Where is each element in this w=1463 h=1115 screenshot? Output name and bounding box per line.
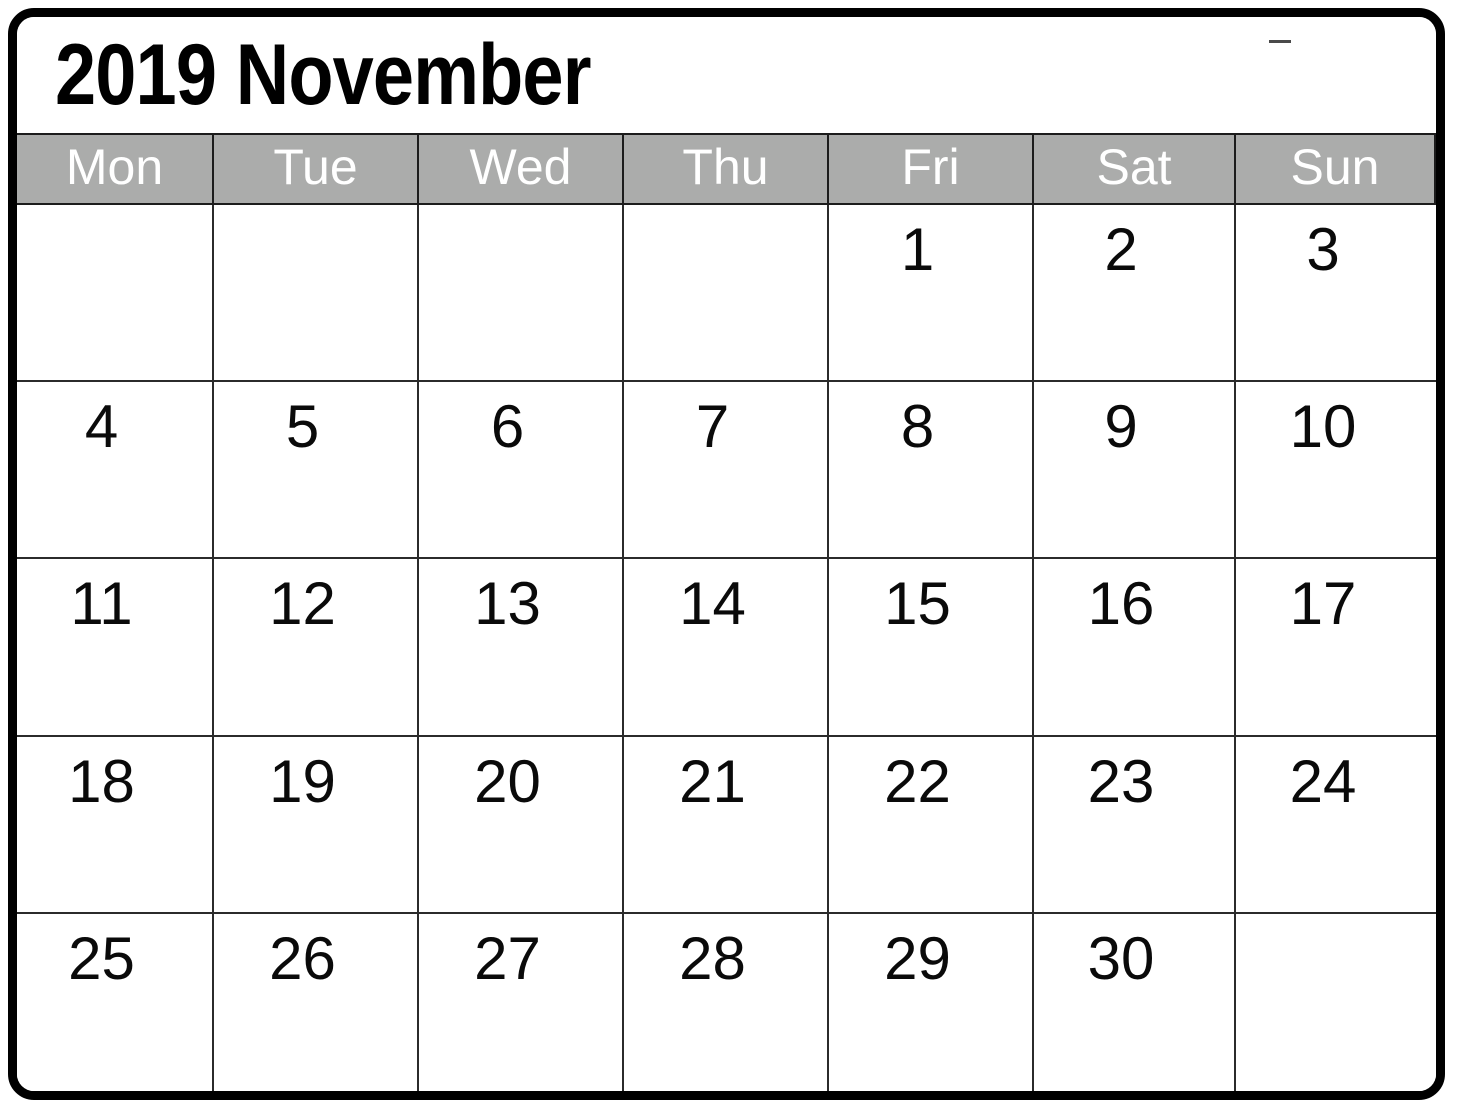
day-number: 25 (68, 924, 135, 992)
day-cell[interactable]: 3 (1236, 205, 1436, 383)
day-cell[interactable]: 23 (1034, 736, 1236, 914)
weekday-label: Sat (1096, 139, 1172, 195)
day-cell[interactable] (17, 205, 214, 383)
day-number: 23 (1087, 747, 1155, 815)
day-cell[interactable]: 12 (214, 559, 419, 737)
calendar-frame: 2019 November Mon Tue Wed Thu Fri Sat Su… (8, 8, 1445, 1100)
calendar-grid: Mon Tue Wed Thu Fri Sat Sun 1 2 3 4 5 6 … (17, 133, 1436, 1091)
weekday-header-tuesday: Tue (214, 133, 419, 205)
day-cell[interactable]: 19 (214, 736, 419, 914)
weekday-header-friday: Fri (829, 133, 1034, 205)
day-cell[interactable]: 18 (17, 736, 214, 914)
day-cell[interactable] (1236, 913, 1436, 1091)
day-number: 15 (884, 570, 951, 638)
scan-artifact-mark (1269, 40, 1291, 43)
day-number: 12 (269, 570, 336, 638)
weekday-label: Fri (901, 139, 960, 195)
day-cell[interactable]: 22 (829, 736, 1034, 914)
calendar-page: 2019 November Mon Tue Wed Thu Fri Sat Su… (0, 0, 1463, 1115)
weekday-label: Sun (1290, 139, 1380, 195)
weekday-label: Wed (469, 139, 572, 195)
day-number: 10 (1289, 393, 1357, 461)
day-number: 1 (900, 216, 935, 283)
day-number: 18 (68, 747, 135, 815)
day-cell[interactable]: 5 (214, 382, 419, 560)
weekday-label: Mon (65, 139, 164, 195)
day-cell[interactable]: 25 (17, 913, 214, 1091)
day-cell[interactable]: 24 (1236, 736, 1436, 914)
day-number: 13 (474, 570, 541, 638)
day-cell[interactable]: 4 (17, 382, 214, 560)
day-cell[interactable]: 6 (419, 382, 624, 560)
day-cell[interactable]: 15 (829, 559, 1034, 737)
weekday-header-sunday: Sun (1236, 133, 1436, 205)
day-number: 6 (490, 393, 525, 461)
day-cell[interactable]: 9 (1034, 382, 1236, 560)
day-number: 16 (1087, 570, 1155, 638)
day-number: 29 (884, 924, 951, 992)
day-cell[interactable]: 11 (17, 559, 214, 737)
day-number: 19 (269, 747, 336, 815)
day-cell[interactable]: 14 (624, 559, 829, 737)
day-number: 17 (1289, 570, 1357, 638)
day-cell[interactable]: 16 (1034, 559, 1236, 737)
day-cell[interactable]: 30 (1034, 913, 1236, 1091)
weekday-header-wednesday: Wed (419, 133, 624, 205)
day-cell[interactable]: 17 (1236, 559, 1436, 737)
day-cell[interactable] (624, 205, 829, 383)
day-number: 27 (474, 924, 541, 992)
day-number: 9 (1104, 393, 1138, 461)
day-number: 22 (884, 747, 951, 815)
day-number: 4 (84, 393, 119, 461)
day-cell[interactable]: 13 (419, 559, 624, 737)
day-number: 24 (1289, 747, 1357, 815)
day-cell[interactable]: 10 (1236, 382, 1436, 560)
day-cell[interactable]: 7 (624, 382, 829, 560)
day-number: 5 (285, 393, 320, 461)
day-number: 21 (679, 747, 746, 815)
day-number: 26 (269, 924, 336, 992)
day-number: 2 (1104, 216, 1138, 283)
day-number: 3 (1306, 216, 1340, 283)
day-cell[interactable]: 1 (829, 205, 1034, 383)
day-cell[interactable]: 29 (829, 913, 1034, 1091)
day-number: 28 (679, 924, 746, 992)
day-cell[interactable] (214, 205, 419, 383)
day-number: 8 (900, 393, 935, 461)
day-cell[interactable]: 20 (419, 736, 624, 914)
day-number: 20 (474, 747, 541, 815)
weekday-label: Tue (273, 139, 358, 195)
day-cell[interactable]: 8 (829, 382, 1034, 560)
calendar-title-bar: 2019 November (17, 17, 1436, 133)
weekday-header-monday: Mon (17, 133, 214, 205)
day-cell[interactable]: 28 (624, 913, 829, 1091)
page-title: 2019 November (55, 27, 591, 123)
day-cell[interactable]: 2 (1034, 205, 1236, 383)
day-number: 11 (70, 570, 133, 638)
day-number: 30 (1087, 924, 1155, 992)
day-number: 7 (695, 393, 730, 461)
weekday-label: Thu (682, 139, 769, 195)
day-cell[interactable]: 21 (624, 736, 829, 914)
weekday-header-saturday: Sat (1034, 133, 1236, 205)
weekday-header-thursday: Thu (624, 133, 829, 205)
day-number: 14 (679, 570, 746, 638)
day-cell[interactable] (419, 205, 624, 383)
day-cell[interactable]: 26 (214, 913, 419, 1091)
day-cell[interactable]: 27 (419, 913, 624, 1091)
